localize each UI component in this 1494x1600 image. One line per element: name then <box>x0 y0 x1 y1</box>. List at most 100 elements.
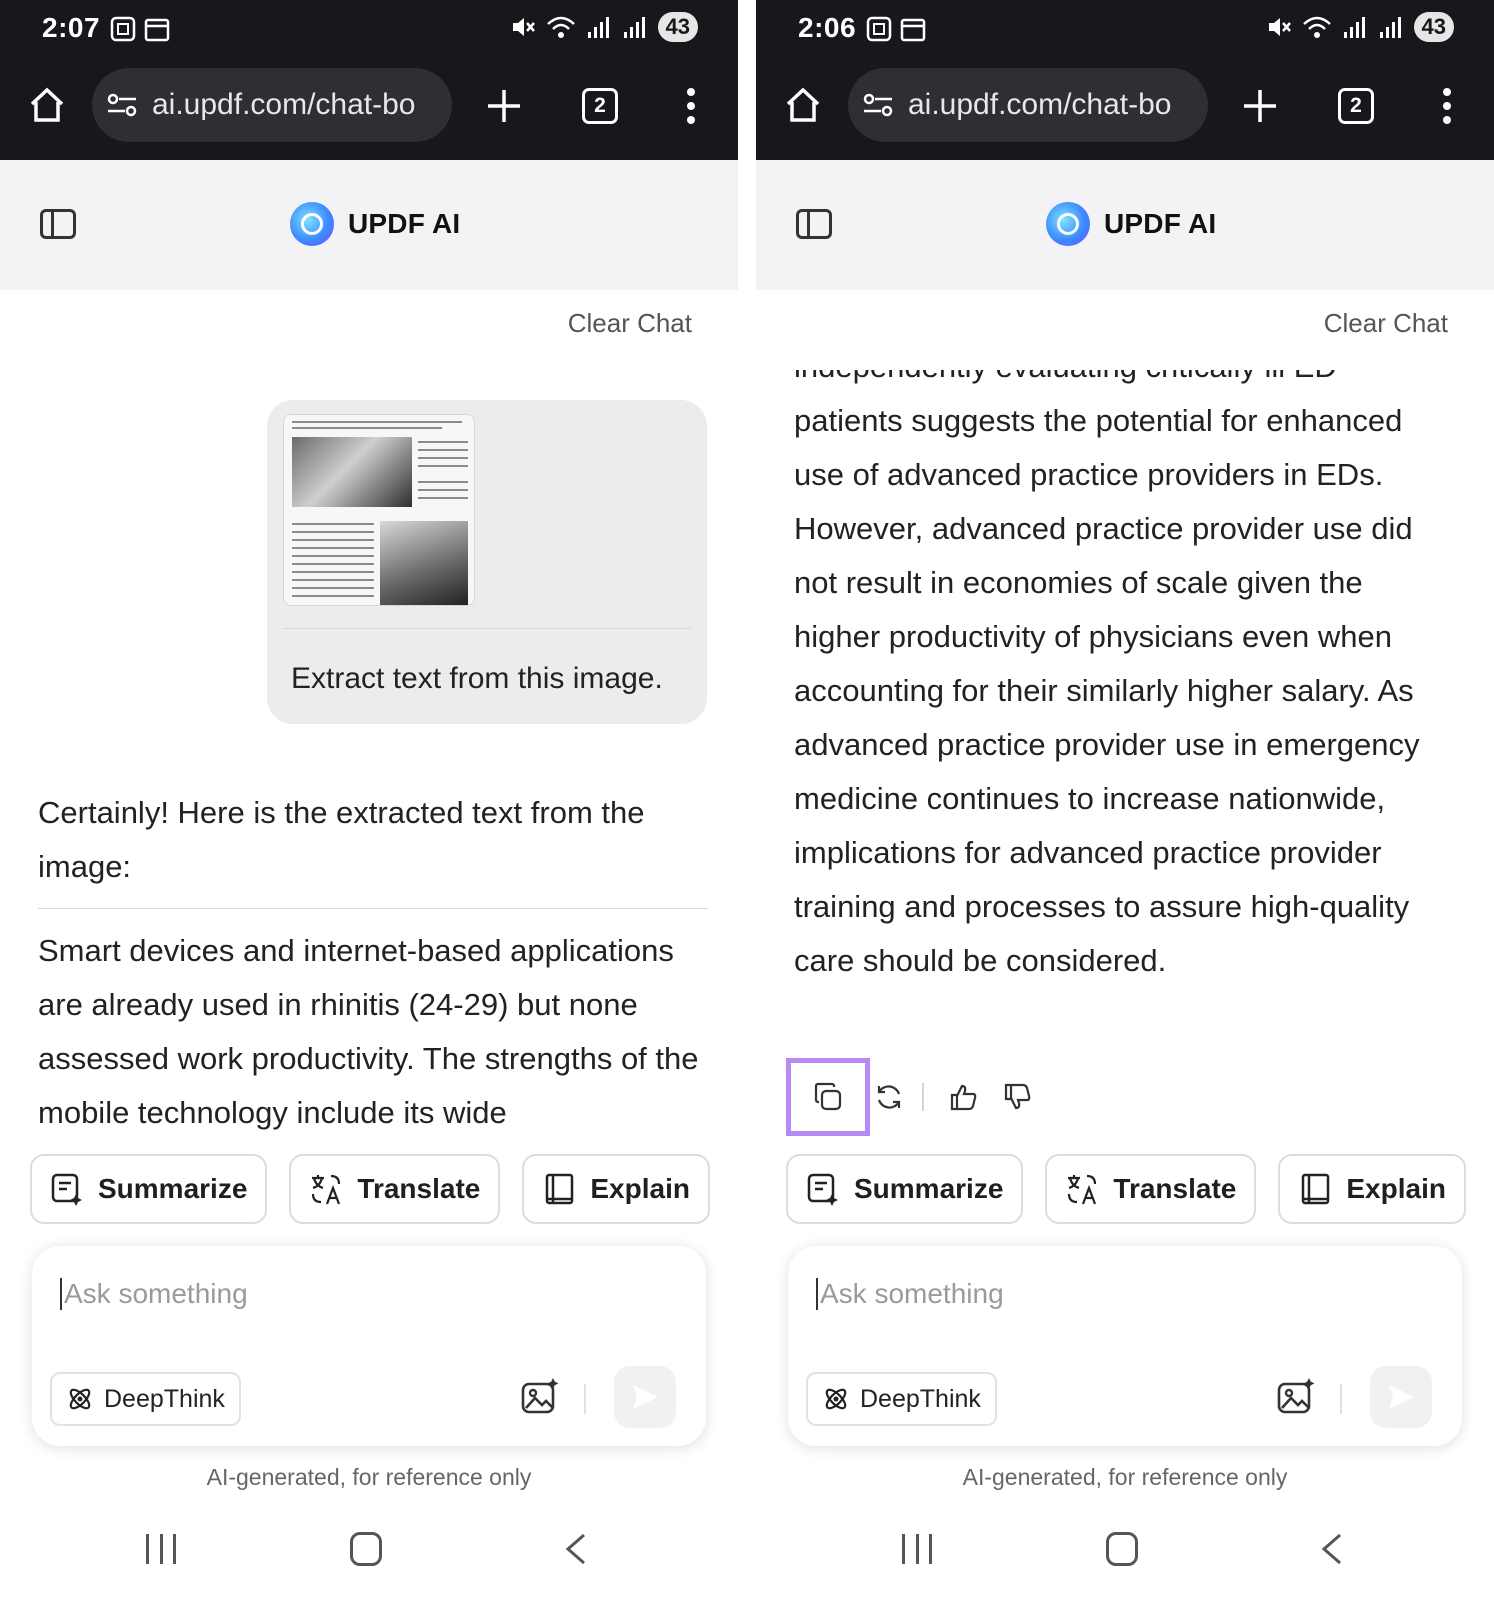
action-separator <box>922 1083 924 1111</box>
url-bar[interactable]: ai.updf.com/chat-bo <box>92 68 452 142</box>
site-settings-icon[interactable] <box>862 91 894 119</box>
browser-chrome: 2:06 43 ai.updf.com/chat-bo 2 <box>756 0 1494 160</box>
deepthink-label: DeepThink <box>860 1384 981 1413</box>
phone-screen-left: 2:07 43 ai.updf.com/chat-bo 2 UPDF AI Cl… <box>0 0 738 1600</box>
status-notification-icons <box>110 16 170 42</box>
signal-icon <box>1343 17 1365 38</box>
screenshot-icon <box>866 16 892 42</box>
send-button[interactable] <box>614 1366 676 1428</box>
updf-logo-icon <box>290 202 334 246</box>
deepthink-button[interactable]: DeepThink <box>806 1372 997 1426</box>
summarize-label: Summarize <box>854 1173 1004 1204</box>
home-icon[interactable] <box>28 86 66 124</box>
explain-icon <box>546 1173 574 1205</box>
composer: DeepThink <box>32 1246 706 1446</box>
url-text: ai.updf.com/chat-bo <box>152 88 416 121</box>
copy-button[interactable] <box>786 1058 870 1136</box>
ai-answer-intro: Certainly! Here is the extracted text fr… <box>38 795 645 884</box>
send-icon <box>1389 1385 1414 1409</box>
composer-separator <box>1340 1384 1342 1414</box>
explain-label: Explain <box>590 1173 690 1204</box>
wifi-icon <box>546 16 575 38</box>
tab-switcher-button[interactable]: 2 <box>1338 88 1374 124</box>
thumbs-down-icon[interactable] <box>1002 1082 1032 1112</box>
regenerate-icon[interactable] <box>874 1082 904 1112</box>
explain-icon <box>1302 1173 1330 1205</box>
copy-icon <box>814 1082 842 1111</box>
status-system-icons: 43 <box>1266 12 1454 42</box>
user-prompt-text: Extract text from this image. <box>291 662 663 695</box>
ai-answer-lines: independently evaluating critically ill … <box>794 370 1470 988</box>
disclaimer: AI-generated, for reference only <box>206 1464 532 1490</box>
tab-switcher-button[interactable]: 2 <box>582 88 618 124</box>
answer-line: medicine continues to increase nationwid… <box>794 781 1386 816</box>
signal-icon-2 <box>1379 17 1401 38</box>
translate-label: Translate <box>1113 1173 1237 1204</box>
app-header: UPDF AI <box>0 160 738 290</box>
back-icon[interactable] <box>562 1532 592 1566</box>
quick-actions: Summarize Translate Explain <box>30 1154 710 1224</box>
answer-line: not result in economies of scale given t… <box>794 565 1363 600</box>
back-icon[interactable] <box>1318 1532 1348 1566</box>
brand: UPDF AI <box>290 202 460 246</box>
explain-label: Explain <box>1346 1173 1446 1204</box>
overflow-menu-icon[interactable] <box>684 88 698 124</box>
app-name: UPDF AI <box>348 208 461 239</box>
site-settings-icon[interactable] <box>106 91 138 119</box>
thumbs-up-icon[interactable] <box>948 1082 978 1112</box>
send-button[interactable] <box>1370 1366 1432 1428</box>
recents-icon[interactable] <box>902 1534 932 1564</box>
ask-input[interactable] <box>60 1278 660 1310</box>
ai-answer-body: independently evaluating critically ill … <box>794 370 1470 1058</box>
answer-line: accounting for their similarly higher sa… <box>794 673 1414 708</box>
answer-line: training and processes to assure high-qu… <box>794 889 1410 924</box>
clear-chat-button[interactable]: Clear Chat <box>568 308 692 339</box>
battery-level: 43 <box>657 12 698 42</box>
mute-icon <box>512 18 535 36</box>
translate-button[interactable]: Translate <box>1045 1154 1257 1224</box>
explain-button[interactable]: Explain <box>1278 1154 1466 1224</box>
disclaimer: AI-generated, for reference only <box>962 1464 1288 1490</box>
url-text: ai.updf.com/chat-bo <box>908 88 1172 121</box>
deepthink-button[interactable]: DeepThink <box>50 1372 241 1426</box>
deepthink-label: DeepThink <box>104 1384 225 1413</box>
android-nav-bar <box>756 1500 1494 1600</box>
clear-chat-button[interactable]: Clear Chat <box>1324 308 1448 339</box>
image-upload-icon[interactable] <box>1276 1376 1316 1416</box>
status-notification-icons <box>866 16 926 42</box>
browser-chrome: 2:07 43 ai.updf.com/chat-bo 2 <box>0 0 738 160</box>
url-bar[interactable]: ai.updf.com/chat-bo <box>848 68 1208 142</box>
recents-icon[interactable] <box>146 1534 176 1564</box>
summarize-label: Summarize <box>98 1173 248 1204</box>
calendar-icon <box>900 18 926 42</box>
answer-line: implications for advanced practice provi… <box>794 835 1382 870</box>
battery-level: 43 <box>1413 12 1454 42</box>
calendar-icon <box>144 18 170 42</box>
screenshot-icon <box>110 16 136 42</box>
wifi-icon <box>1302 16 1331 38</box>
nav-home-icon[interactable] <box>350 1532 382 1566</box>
sidebar-toggle-icon[interactable] <box>40 209 76 239</box>
sidebar-toggle-icon[interactable] <box>796 209 832 239</box>
explain-button[interactable]: Explain <box>522 1154 710 1224</box>
answer-divider <box>38 908 708 909</box>
answer-line: use of advanced practice providers in ED… <box>794 457 1384 492</box>
image-upload-icon[interactable] <box>520 1376 560 1416</box>
app-header: UPDF AI <box>756 160 1494 290</box>
attached-image-thumbnail[interactable] <box>283 414 475 606</box>
overflow-menu-icon[interactable] <box>1440 88 1454 124</box>
new-tab-icon[interactable] <box>486 88 522 124</box>
answer-line: care should be considered. <box>794 943 1167 978</box>
answer-line: higher productivity of physicians even w… <box>794 619 1392 654</box>
summarize-button[interactable]: Summarize <box>30 1154 268 1224</box>
ask-input[interactable] <box>816 1278 1416 1310</box>
composer: DeepThink <box>788 1246 1462 1446</box>
translate-button[interactable]: Translate <box>289 1154 501 1224</box>
home-icon[interactable] <box>784 86 822 124</box>
summarize-button[interactable]: Summarize <box>786 1154 1024 1224</box>
status-system-icons: 43 <box>510 12 698 42</box>
nav-home-icon[interactable] <box>1106 1532 1138 1566</box>
new-tab-icon[interactable] <box>1242 88 1278 124</box>
translate-icon <box>312 1174 341 1205</box>
bubble-divider <box>283 628 691 629</box>
